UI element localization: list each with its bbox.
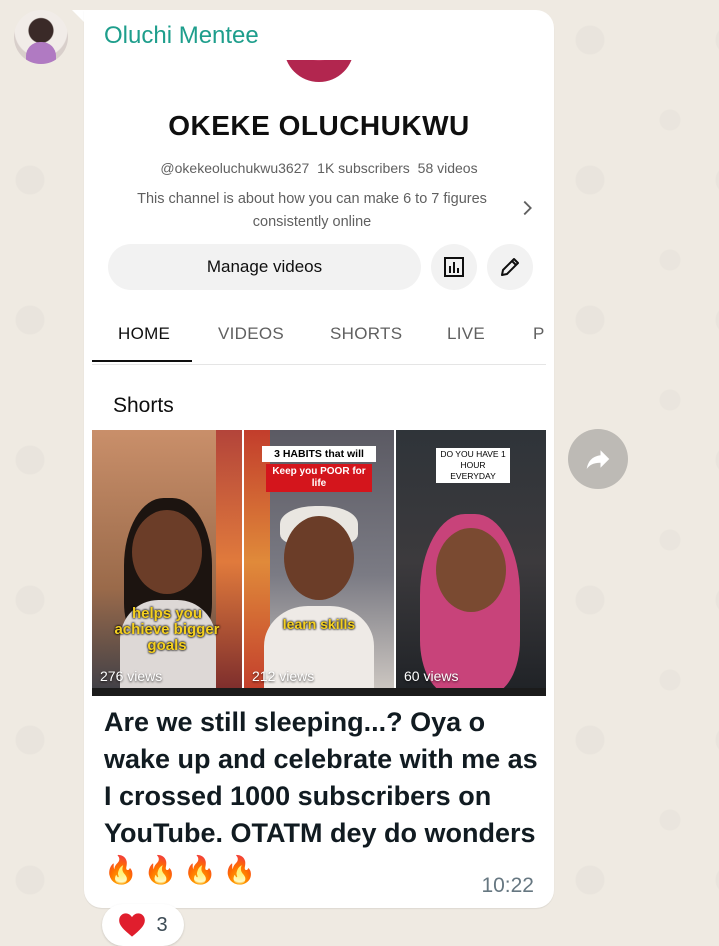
tab-videos: VIDEOS (218, 324, 285, 343)
short-title: DO YOU HAVE 1 HOUR EVERYDAY (436, 448, 510, 483)
tab-live: LIVE (447, 324, 486, 343)
active-tab-indicator (92, 360, 192, 362)
shorts-heading: Shorts (113, 394, 174, 417)
short-thumbnail: helps you achieve bigger goals 276 views (92, 430, 242, 694)
pencil-icon (501, 258, 519, 276)
forward-button[interactable] (568, 429, 628, 489)
short-caption: learn skills (282, 616, 356, 632)
channel-meta: @okekeoluchukwu3627 1K subscribers 58 vi… (92, 160, 546, 176)
chevron-right-icon (523, 200, 532, 216)
channel-avatar (284, 60, 354, 82)
short-thumbnail: DO YOU HAVE 1 HOUR EVERYDAY 60 views (396, 430, 546, 694)
reaction-count: 3 (156, 913, 168, 936)
short-title-line2: Keep you POOR for life (266, 464, 372, 492)
short-title-line1: 3 HABITS that will (262, 446, 376, 462)
manage-videos-button: Manage videos (108, 244, 421, 290)
analytics-button (431, 244, 477, 290)
sender-name[interactable]: Oluchi Mentee (104, 22, 259, 50)
analytics-icon (444, 257, 464, 277)
channel-name: OKEKE OLUCHUKWU (168, 110, 470, 141)
tab-home: HOME (118, 324, 171, 343)
video-count: 58 videos (417, 160, 478, 176)
short-thumbnail: 3 HABITS that will Keep you POOR for lif… (244, 430, 394, 694)
channel-handle: @okekeoluchukwu3627 (160, 160, 310, 176)
sender-avatar[interactable] (14, 10, 68, 64)
message-text: Are we still sleeping...? Oya o wake up … (104, 704, 544, 889)
channel-tabs: HOME VIDEOS SHORTS LIVE P (92, 306, 546, 365)
short-views: 276 views (100, 668, 163, 684)
fire-emoji: 🔥🔥🔥🔥 (104, 855, 263, 885)
tab-shorts: SHORTS (330, 324, 403, 343)
youtube-screenshot-image[interactable]: OKEKE OLUCHUKWU @okekeoluchukwu3627 1K s… (92, 60, 546, 696)
message-bubble[interactable]: Oluchi Mentee OKEKE OLUCHUKWU @okekeoluc… (84, 10, 554, 908)
message-body: Are we still sleeping...? Oya o wake up … (104, 707, 538, 848)
tab-partial: P (533, 324, 545, 343)
shorts-strip-edge (92, 688, 546, 696)
heart-icon (119, 913, 146, 937)
forward-icon (586, 450, 610, 469)
short-views: 60 views (404, 668, 459, 684)
short-views: 212 views (252, 668, 315, 684)
edit-button (487, 244, 533, 290)
subscriber-count: 1K subscribers (317, 160, 410, 176)
short-caption: helps you achieve bigger goals (114, 605, 220, 654)
reaction-pill[interactable]: 3 (102, 904, 184, 946)
channel-description: This channel is about how you can make 6… (137, 191, 487, 230)
message-timestamp: 10:22 (481, 874, 534, 897)
